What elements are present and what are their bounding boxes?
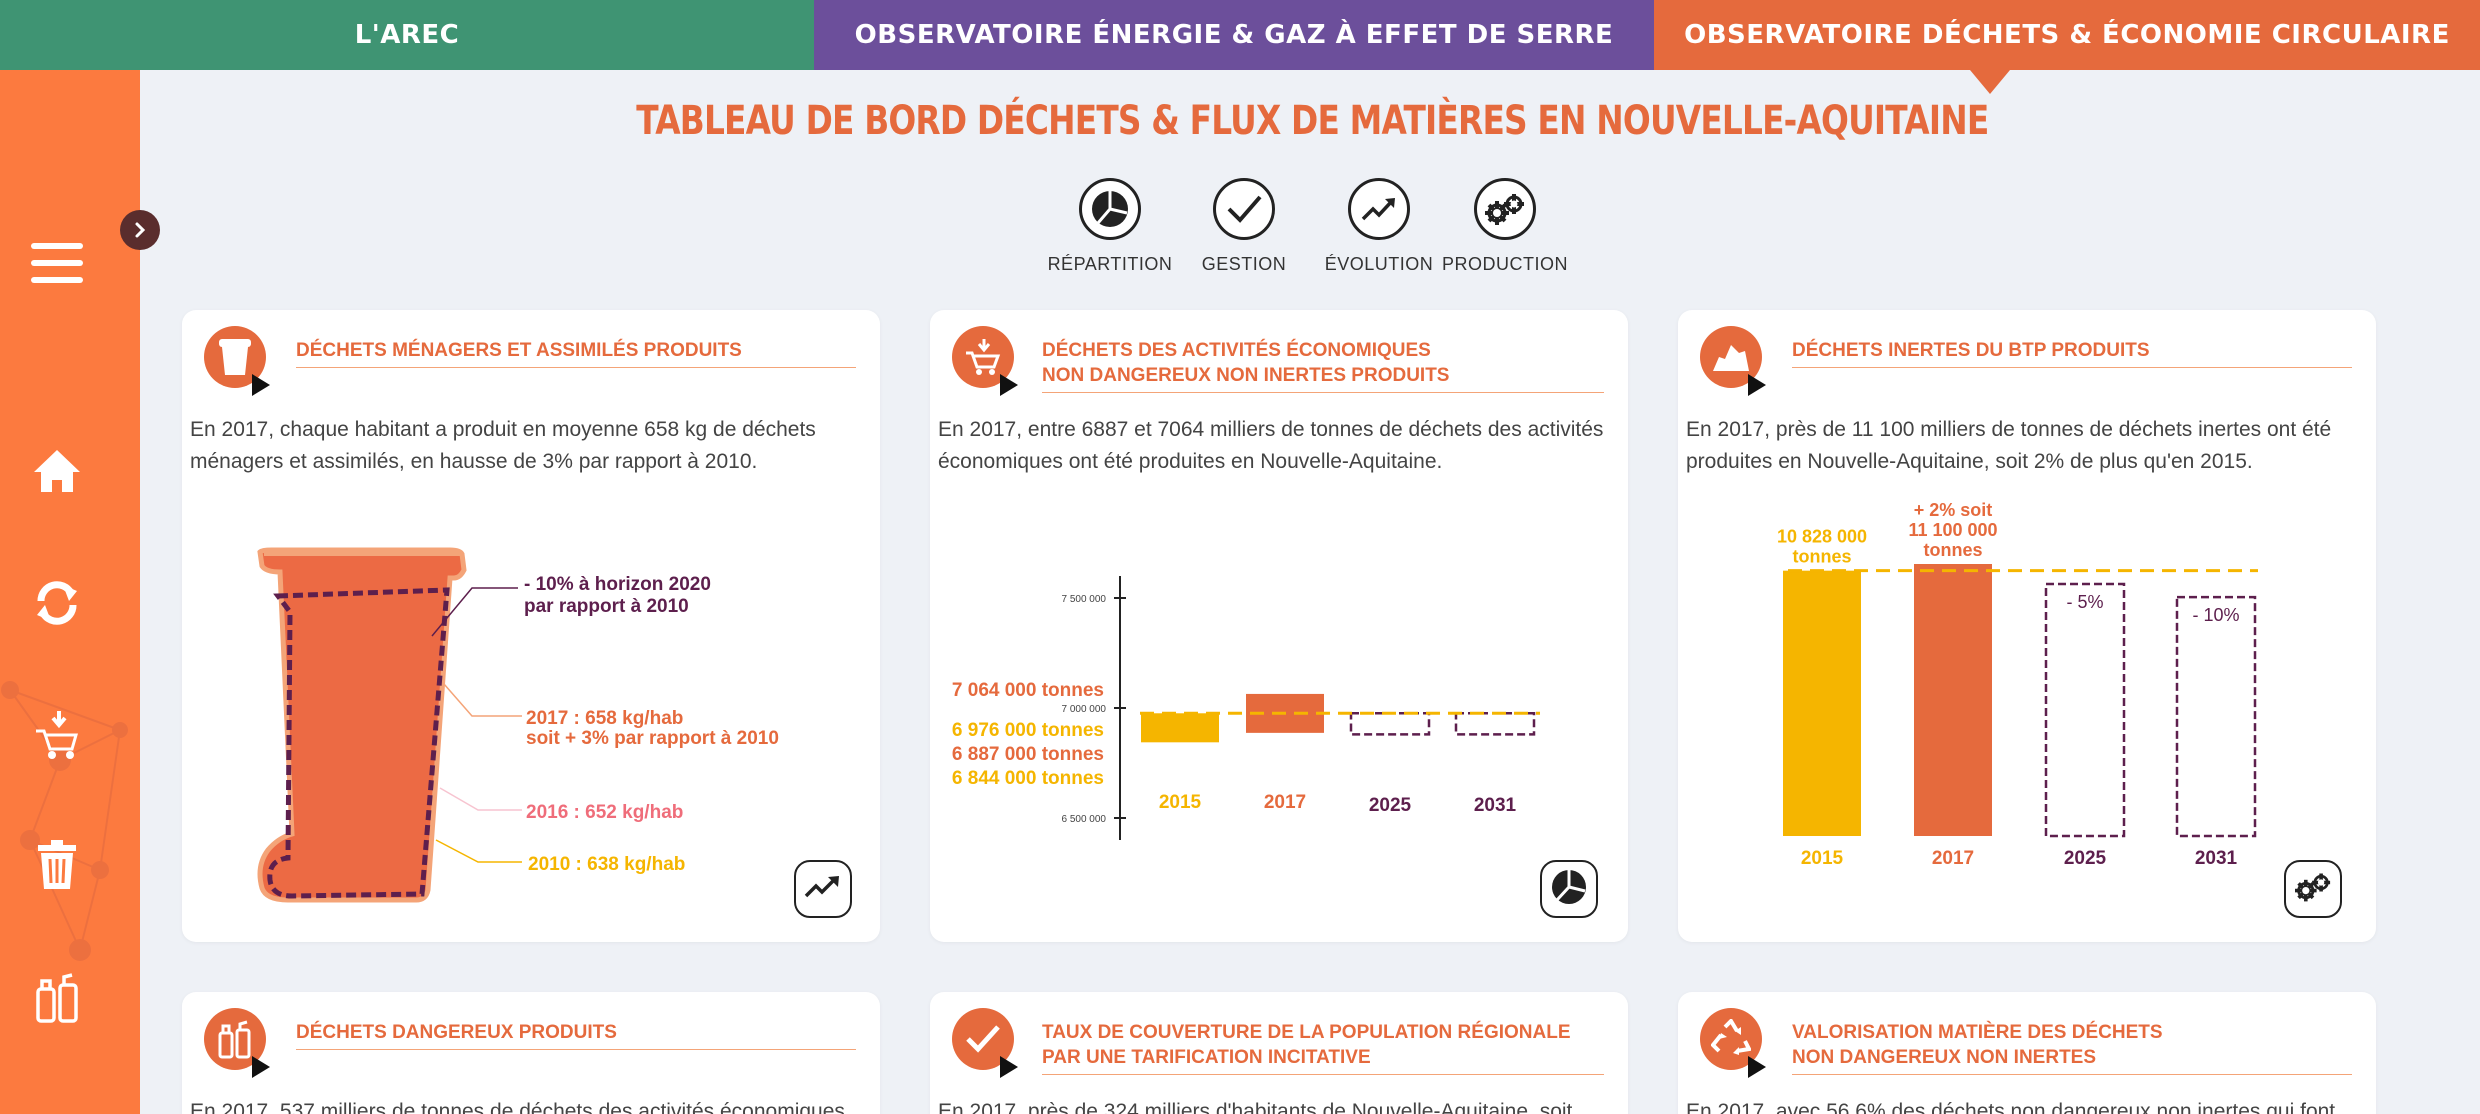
y-tick-label: 7 500 000 <box>1062 594 1107 605</box>
trend-icon <box>803 872 843 907</box>
card-dechets-dangereux: DÉCHETS DANGEREUX PRODUITS En 2017, 537 … <box>182 992 880 1114</box>
bin-2010-label: 2010 : 638 kg/hab <box>528 854 685 875</box>
home-icon[interactable] <box>28 442 86 500</box>
bar-label: + 2% soit <box>1914 500 1993 520</box>
card-text: En 2017, 537 milliers de tonnes de déche… <box>190 1100 845 1114</box>
top-navigation: L'AREC OBSERVATOIRE ÉNERGIE & GAZ À EFFE… <box>0 0 2480 70</box>
card-title-line: PAR UNE TARIFICATION INCITATIVE <box>1042 1047 1371 1068</box>
play-icon[interactable] <box>1748 1056 1766 1078</box>
category-evolution-button[interactable]: ÉVOLUTION <box>1309 178 1449 275</box>
bar-outline-2031 <box>1454 712 1536 736</box>
data-label: 6 844 000 tonnes <box>952 768 1104 789</box>
bin-target-label: - 10% à horizon 2020 <box>524 574 711 595</box>
bin-infographic: - 10% à horizon 2020 par rapport à 2010 … <box>257 547 779 903</box>
x-tick-label: 2015 <box>1801 848 1844 869</box>
btp-chart: 201510 828 000tonnes2017+ 2% soit11 100 … <box>1777 500 2258 869</box>
category-production-button[interactable]: PRODUCTION <box>1435 178 1575 275</box>
x-tick-label: 2015 <box>1159 792 1202 813</box>
pie-chart-icon <box>1549 867 1589 912</box>
card-title: TAUX DE COUVERTURE DE LA POPULATION RÉGI… <box>1042 1020 1604 1075</box>
trash-icon[interactable] <box>28 836 86 894</box>
x-tick-label: 2025 <box>2064 848 2107 869</box>
bar-label: 11 100 000 <box>1908 520 1997 540</box>
gears-icon <box>2292 869 2334 910</box>
category-label: ÉVOLUTION <box>1324 254 1434 274</box>
tab-observatoire-energie[interactable]: OBSERVATOIRE ÉNERGIE & GAZ À EFFET DE SE… <box>814 0 1654 70</box>
y-tick-label: 6 500 000 <box>1062 814 1107 825</box>
category-label: GESTION <box>1201 254 1287 274</box>
card-text: En 2017, près de 324 milliers d'habitant… <box>938 1100 1573 1114</box>
category-repartition-button[interactable]: RÉPARTITION <box>1040 178 1180 275</box>
sidebar-toggle-button[interactable] <box>120 210 160 250</box>
data-label: 7 064 000 tonnes <box>952 680 1104 701</box>
bar-2015 <box>1783 570 1861 836</box>
cart-icon[interactable] <box>28 706 86 764</box>
x-tick-label: 2025 <box>1369 795 1412 816</box>
category-gestion-button[interactable]: GESTION <box>1174 178 1314 275</box>
bar-label: - 5% <box>2066 592 2103 612</box>
bar-label: 10 828 000 <box>1777 527 1867 547</box>
data-label: 6 887 000 tonnes <box>952 744 1104 765</box>
card-valorisation-matiere: VALORISATION MATIÈRE DES DÉCHETS NON DAN… <box>1678 992 2376 1114</box>
repartition-button[interactable] <box>1540 860 1598 918</box>
play-icon[interactable] <box>252 1056 270 1078</box>
bar-2015 <box>1141 713 1219 743</box>
x-tick-label: 2031 <box>1474 795 1517 816</box>
bin-2017-label: soit + 3% par rapport à 2010 <box>526 728 779 749</box>
checkmark-icon <box>1213 178 1275 240</box>
evolution-button[interactable] <box>794 860 852 918</box>
category-label: RÉPARTITION <box>1047 254 1173 274</box>
bar-2025 <box>2044 582 2126 838</box>
bar-label: tonnes <box>1923 540 1982 560</box>
y-tick-label: 7 000 000 <box>1062 704 1107 715</box>
tab-label: OBSERVATOIRE DÉCHETS & ÉCONOMIE CIRCULAI… <box>1684 20 2450 50</box>
spray-icon[interactable] <box>28 968 86 1026</box>
bar-2017 <box>1914 564 1992 836</box>
card-title: DÉCHETS DANGEREUX PRODUITS <box>296 1020 856 1050</box>
bar-label: tonnes <box>1792 547 1851 567</box>
bar-2031 <box>2175 595 2257 838</box>
gears-icon <box>1474 178 1536 240</box>
x-tick-label: 2031 <box>2195 848 2238 869</box>
tab-arec[interactable]: L'AREC <box>0 0 814 70</box>
category-label: PRODUCTION <box>1442 254 1568 274</box>
tab-label: L'AREC <box>354 20 460 50</box>
refresh-icon[interactable] <box>28 574 86 632</box>
trend-icon <box>1348 178 1410 240</box>
bar-outline-2025 <box>1349 712 1431 736</box>
production-button[interactable] <box>2284 860 2342 918</box>
card-tarification-incitative: TAUX DE COUVERTURE DE LA POPULATION RÉGI… <box>930 992 1628 1114</box>
card-text: En 2017, avec 56,6% des déchets non dang… <box>1686 1100 2336 1114</box>
active-tab-indicator <box>1970 70 2010 94</box>
card-title-line: NON DANGEREUX NON INERTES <box>1792 1047 2097 1068</box>
tab-observatoire-dechets[interactable]: OBSERVATOIRE DÉCHETS & ÉCONOMIE CIRCULAI… <box>1654 0 2480 70</box>
card-dechets-inertes-btp: DÉCHETS INERTES DU BTP PRODUITS En 2017,… <box>1678 310 2376 942</box>
card-title: VALORISATION MATIÈRE DES DÉCHETS NON DAN… <box>1792 1020 2352 1075</box>
pie-chart-icon <box>1079 178 1141 240</box>
bar-label: - 10% <box>2192 605 2239 625</box>
data-label: 6 976 000 tonnes <box>952 720 1104 741</box>
sidebar <box>0 70 140 1114</box>
x-tick-label: 2017 <box>1932 848 1974 869</box>
dae-chart: 7 500 000 7 000 000 6 500 000 2015 2017 2025 2… <box>952 576 1540 840</box>
x-tick-label: 2017 <box>1264 792 1306 813</box>
card-title-line: VALORISATION MATIÈRE DES DÉCHETS <box>1792 1022 2163 1043</box>
play-icon[interactable] <box>1000 1056 1018 1078</box>
menu-icon[interactable] <box>28 234 86 292</box>
page-title: TABLEAU DE BORD DÉCHETS & FLUX DE MATIÈR… <box>636 98 1989 144</box>
card-dechets-activites-economiques: DÉCHETS DES ACTIVITÉS ÉCONOMIQUES NON DA… <box>930 310 1628 942</box>
tab-label: OBSERVATOIRE ÉNERGIE & GAZ À EFFET DE SE… <box>854 20 1614 50</box>
bin-target-label: par rapport à 2010 <box>524 596 689 617</box>
card-title-line: TAUX DE COUVERTURE DE LA POPULATION RÉGI… <box>1042 1022 1571 1043</box>
card-dechets-menagers: DÉCHETS MÉNAGERS ET ASSIMILÉS PRODUITS E… <box>182 310 880 942</box>
bin-2017-label: 2017 : 658 kg/hab <box>526 708 683 729</box>
bin-2016-label: 2016 : 652 kg/hab <box>526 802 683 823</box>
